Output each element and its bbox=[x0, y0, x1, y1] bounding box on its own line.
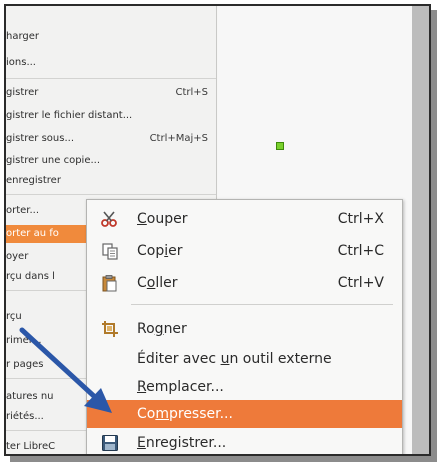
selection-handle[interactable] bbox=[276, 142, 284, 150]
window-edge bbox=[412, 6, 429, 454]
file-menu-item[interactable]: gistrer le fichier distant... bbox=[6, 107, 132, 125]
menu-item-label: Éditer avec un outil externe bbox=[137, 351, 332, 367]
menu-item-label: Couper bbox=[137, 211, 188, 227]
shortcut-label: Ctrl+V bbox=[337, 275, 384, 291]
edit-external-menu-item[interactable]: Éditer avec un outil externe bbox=[87, 344, 402, 374]
replace-menu-item[interactable]: Remplacer... bbox=[87, 372, 402, 402]
file-menu-item-label: gistrer une copie... bbox=[6, 155, 101, 166]
file-menu-item-label: rçu dans l bbox=[6, 271, 55, 282]
shortcut-label: Ctrl+S bbox=[175, 87, 208, 98]
menu-separator bbox=[6, 194, 216, 195]
file-menu-item[interactable]: ions... bbox=[6, 54, 36, 72]
file-menu-item-label: rimer... bbox=[6, 335, 42, 346]
file-menu-item[interactable]: orter... bbox=[6, 202, 39, 220]
menu-item-label: Copier bbox=[137, 243, 183, 259]
compress-menu-item[interactable]: Compresser... bbox=[87, 400, 402, 428]
file-menu-item-label: gistrer sous... bbox=[6, 133, 75, 144]
file-menu-item[interactable]: atures nu bbox=[6, 388, 54, 406]
crop-icon bbox=[101, 320, 119, 338]
file-menu-item-label: ions... bbox=[6, 57, 36, 68]
file-menu-item-save[interactable]: gistrer Ctrl+S bbox=[6, 84, 216, 102]
clipboard-icon bbox=[101, 274, 119, 292]
cut-menu-item[interactable]: Couper Ctrl+X bbox=[87, 204, 402, 234]
file-menu-item-label: ter LibreC bbox=[6, 441, 56, 452]
file-menu-item-label: oyer bbox=[6, 251, 29, 262]
file-menu-item-label: enregistrer bbox=[6, 175, 61, 186]
shortcut-label: Ctrl+X bbox=[337, 211, 384, 227]
menu-item-label: Rogner bbox=[137, 321, 187, 337]
copy-icon bbox=[101, 242, 119, 260]
file-menu-item[interactable]: enregistrer bbox=[6, 172, 61, 190]
file-menu-item-label: orter... bbox=[6, 205, 40, 216]
file-menu-item[interactable]: oyer bbox=[6, 248, 28, 266]
file-menu-item[interactable]: harger bbox=[6, 28, 39, 46]
screenshot-frame: harger ions... gistrer Ctrl+S gistrer le … bbox=[4, 4, 431, 456]
paste-menu-item[interactable]: Coller Ctrl+V bbox=[87, 268, 402, 298]
file-menu-item[interactable]: riétés... bbox=[6, 408, 44, 426]
file-menu-item[interactable]: rçu bbox=[6, 308, 22, 326]
file-menu-item-highlighted[interactable]: orter au fo bbox=[6, 225, 86, 243]
file-menu-item-label: r pages bbox=[6, 359, 44, 370]
file-menu-item[interactable]: r pages bbox=[6, 356, 43, 374]
file-menu-item[interactable]: ter LibreC bbox=[6, 438, 56, 454]
file-menu-item-save-as[interactable]: gistrer sous... Ctrl+Maj+S bbox=[6, 130, 216, 148]
menu-item-label: Remplacer... bbox=[137, 379, 224, 395]
menu-separator bbox=[131, 304, 393, 305]
shortcut-label: Ctrl+Maj+S bbox=[149, 133, 208, 144]
file-menu-item-label: rçu bbox=[6, 311, 22, 322]
context-menu: Couper Ctrl+X Copier Ctrl+C Coller Ctrl+… bbox=[86, 199, 403, 454]
scissors-icon bbox=[101, 210, 119, 228]
save-image-menu-item[interactable]: Enregistrer... bbox=[87, 428, 402, 454]
file-menu-item[interactable]: gistrer une copie... bbox=[6, 152, 100, 170]
file-menu-item[interactable]: rimer... bbox=[6, 332, 42, 350]
file-menu-item-label: riétés... bbox=[6, 411, 44, 422]
file-menu-item-label: gistrer bbox=[6, 87, 39, 98]
shortcut-label: Ctrl+C bbox=[337, 243, 384, 259]
save-icon bbox=[101, 434, 119, 452]
file-menu-item[interactable]: rçu dans l bbox=[6, 268, 55, 286]
menu-item-label: Compresser... bbox=[137, 406, 233, 422]
copy-menu-item[interactable]: Copier Ctrl+C bbox=[87, 236, 402, 266]
menu-item-label: Enregistrer... bbox=[137, 435, 227, 451]
file-menu-item-label: orter au fo bbox=[6, 228, 59, 239]
menu-item-label: Coller bbox=[137, 275, 178, 291]
crop-menu-item[interactable]: Rogner bbox=[87, 314, 402, 344]
file-menu-item-label: atures nu bbox=[6, 391, 54, 402]
file-menu-item-label: harger bbox=[6, 31, 40, 42]
file-menu-item-label: gistrer le fichier distant... bbox=[6, 110, 133, 121]
menu-separator bbox=[6, 78, 216, 79]
